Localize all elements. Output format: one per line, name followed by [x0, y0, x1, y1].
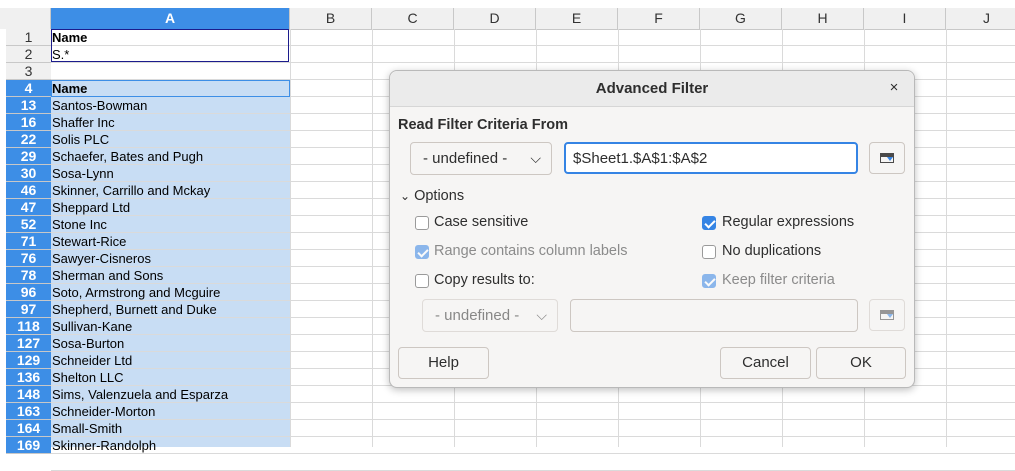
row-header[interactable]: 71 [6, 233, 51, 250]
column-header-g[interactable]: G [700, 8, 782, 29]
data-cell[interactable]: Small-Smith [52, 420, 289, 437]
column-header-i[interactable]: I [864, 8, 946, 29]
row-header[interactable]: 4 [6, 80, 51, 97]
shrink-icon [880, 153, 894, 163]
ok-button[interactable]: OK [816, 347, 906, 379]
row-header[interactable]: 13 [6, 97, 51, 114]
column-header-h[interactable]: H [782, 8, 864, 29]
case-sensitive-checkbox[interactable] [415, 216, 429, 230]
row-header[interactable]: 76 [6, 250, 51, 267]
copy-results-label: Copy results to: [434, 272, 535, 288]
row-header[interactable]: 129 [6, 352, 51, 369]
shrink-icon [880, 310, 894, 320]
copy-target-combo[interactable]: - undefined - ⌵ [422, 299, 558, 332]
row-header[interactable]: 136 [6, 369, 51, 386]
row-header[interactable]: 22 [6, 131, 51, 148]
keep-filter-criteria-checkbox[interactable] [702, 274, 716, 288]
data-cell[interactable]: Shelton LLC [52, 369, 289, 386]
regular-expressions-label: Regular expressions [722, 214, 855, 230]
criteria-range-text: $Sheet1.$A$1:$A$2 [573, 150, 708, 167]
data-cell[interactable]: Skinner, Carrillo and Mckay [52, 182, 289, 199]
row-header[interactable]: 3 [6, 63, 51, 80]
copy-target-input[interactable] [570, 299, 858, 332]
row-header[interactable]: 169 [6, 437, 51, 454]
criteria-range-input[interactable]: $Sheet1.$A$1:$A$2 [564, 142, 858, 174]
data-cell[interactable]: Sullivan-Kane [52, 318, 289, 335]
data-cell[interactable]: Stone Inc [52, 216, 289, 233]
advanced-filter-dialog: Advanced Filter × Read Filter Criteria F… [389, 70, 915, 388]
help-button[interactable]: Help [398, 347, 489, 379]
data-cell[interactable]: Schneider Ltd [52, 352, 289, 369]
keep-filter-criteria-label: Keep filter criteria [722, 272, 835, 288]
column-header-f[interactable]: F [618, 8, 700, 29]
data-cell[interactable]: Shepherd, Burnett and Duke [52, 301, 289, 318]
column-header-b[interactable]: B [290, 8, 372, 29]
column-header-a[interactable]: A [51, 8, 290, 29]
dialog-titlebar[interactable]: Advanced Filter × [390, 71, 914, 107]
row-header[interactable]: 163 [6, 403, 51, 420]
data-cell[interactable]: Shaffer Inc [52, 114, 289, 131]
range-contains-labels-checkbox[interactable] [415, 245, 429, 259]
case-sensitive-label: Case sensitive [434, 214, 529, 230]
copy-results-checkbox[interactable] [415, 274, 429, 288]
empty-cell[interactable] [52, 63, 289, 80]
data-cell[interactable]: Sosa-Lynn [52, 165, 289, 182]
data-cell[interactable]: Sherman and Sons [52, 267, 289, 284]
corner-select-all[interactable] [0, 8, 51, 29]
column-header-j[interactable]: J [946, 8, 1015, 29]
dialog-title: Advanced Filter [595, 80, 709, 97]
row-header[interactable]: 46 [6, 182, 51, 199]
data-cell[interactable]: Sheppard Ltd [52, 199, 289, 216]
data-cell[interactable]: Schneider-Morton [52, 403, 289, 420]
criteria-source-combo[interactable]: - undefined - ⌵ [410, 142, 552, 175]
criteria-range-border [51, 29, 289, 62]
data-cell[interactable]: Soto, Armstrong and Mcguire [52, 284, 289, 301]
row-header[interactable]: 29 [6, 148, 51, 165]
close-icon[interactable]: × [884, 78, 904, 98]
row-header[interactable]: 78 [6, 267, 51, 284]
data-cell[interactable]: Schaefer, Bates and Pugh [52, 148, 289, 165]
chevron-down-icon: ⌵ [536, 307, 547, 323]
row-header[interactable]: 16 [6, 114, 51, 131]
column-header-e[interactable]: E [536, 8, 618, 29]
cell-cursor [51, 80, 290, 97]
row-header[interactable]: 47 [6, 199, 51, 216]
data-cell[interactable]: Sosa-Burton [52, 335, 289, 352]
row-header[interactable]: 97 [6, 301, 51, 318]
range-contains-labels-label: Range contains column labels [434, 243, 628, 259]
data-cell[interactable]: Stewart-Rice [52, 233, 289, 250]
no-duplications-checkbox[interactable] [702, 245, 716, 259]
data-cell[interactable]: Solis PLC [52, 131, 289, 148]
shrink-criteria-button[interactable] [869, 142, 905, 174]
column-header-d[interactable]: D [454, 8, 536, 29]
options-expander[interactable]: ⌄ Options [400, 188, 464, 204]
row-header[interactable]: 1 [6, 29, 51, 46]
copy-target-value: - undefined - [435, 307, 520, 324]
row-header[interactable]: 164 [6, 420, 51, 437]
criteria-source-value: - undefined - [423, 150, 508, 167]
row-header[interactable]: 118 [6, 318, 51, 335]
data-cell[interactable]: Santos-Bowman [52, 97, 289, 114]
data-cell[interactable]: Sawyer-Cisneros [52, 250, 289, 267]
row-header[interactable]: 96 [6, 284, 51, 301]
row-header[interactable]: 52 [6, 216, 51, 233]
options-label: Options [414, 188, 465, 204]
row-header[interactable]: 30 [6, 165, 51, 182]
data-cell[interactable]: Sims, Valenzuela and Esparza [52, 386, 289, 403]
cancel-button[interactable]: Cancel [720, 347, 811, 379]
no-duplications-label: No duplications [722, 243, 822, 259]
column-header-c[interactable]: C [372, 8, 454, 29]
chevron-down-icon: ⌵ [530, 150, 541, 166]
row-header[interactable]: 2 [6, 46, 51, 63]
shrink-copy-button[interactable] [869, 299, 905, 331]
chevron-down-icon: ⌄ [400, 189, 411, 203]
window-edge [0, 29, 6, 447]
row-header[interactable]: 127 [6, 335, 51, 352]
read-criteria-label: Read Filter Criteria From [398, 117, 569, 133]
regular-expressions-checkbox[interactable] [702, 216, 716, 230]
row-header[interactable]: 148 [6, 386, 51, 403]
data-cell[interactable]: Skinner-Randolph [52, 437, 289, 454]
